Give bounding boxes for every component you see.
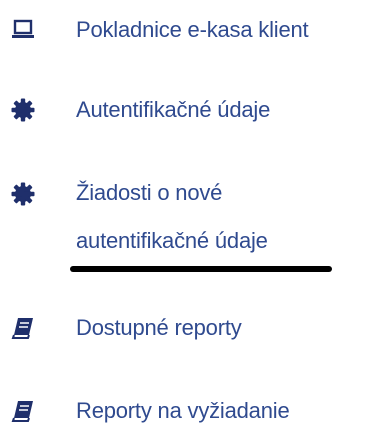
menu-item-label-line2: autentifikačné údaje: [76, 228, 268, 253]
book-icon: [10, 315, 36, 341]
menu-item-pokladnice-e-kasa-klient[interactable]: Pokladnice e-kasa klient: [0, 10, 390, 50]
menu-item-dostupne-reporty[interactable]: Dostupné reporty: [0, 308, 390, 348]
gear-badge-icon: [10, 181, 36, 207]
menu-item-label-line1: Žiadosti o nové: [76, 180, 223, 205]
highlight-underline: [70, 266, 332, 272]
menu-item-label: Reporty na vyžiadanie: [76, 398, 290, 423]
menu-item-ziadosti-o-nove-autentifikacne-udaje[interactable]: Žiadosti o nové autentifikačné údaje: [0, 172, 390, 276]
menu-item-label: Autentifikačné údaje: [76, 97, 271, 122]
menu-item-reporty-na-vyziadanie[interactable]: Reporty na vyžiadanie: [0, 388, 390, 428]
sidebar-menu: Pokladnice e-kasa klient Autentifikačné …: [0, 0, 390, 434]
gear-badge-icon: [10, 97, 36, 123]
laptop-icon: [10, 16, 36, 42]
book-icon: [10, 398, 36, 424]
menu-item-label: Pokladnice e-kasa klient: [76, 17, 309, 42]
menu-item-label: Dostupné reporty: [76, 315, 242, 340]
menu-item-autentifikacne-udaje[interactable]: Autentifikačné údaje: [0, 90, 390, 130]
